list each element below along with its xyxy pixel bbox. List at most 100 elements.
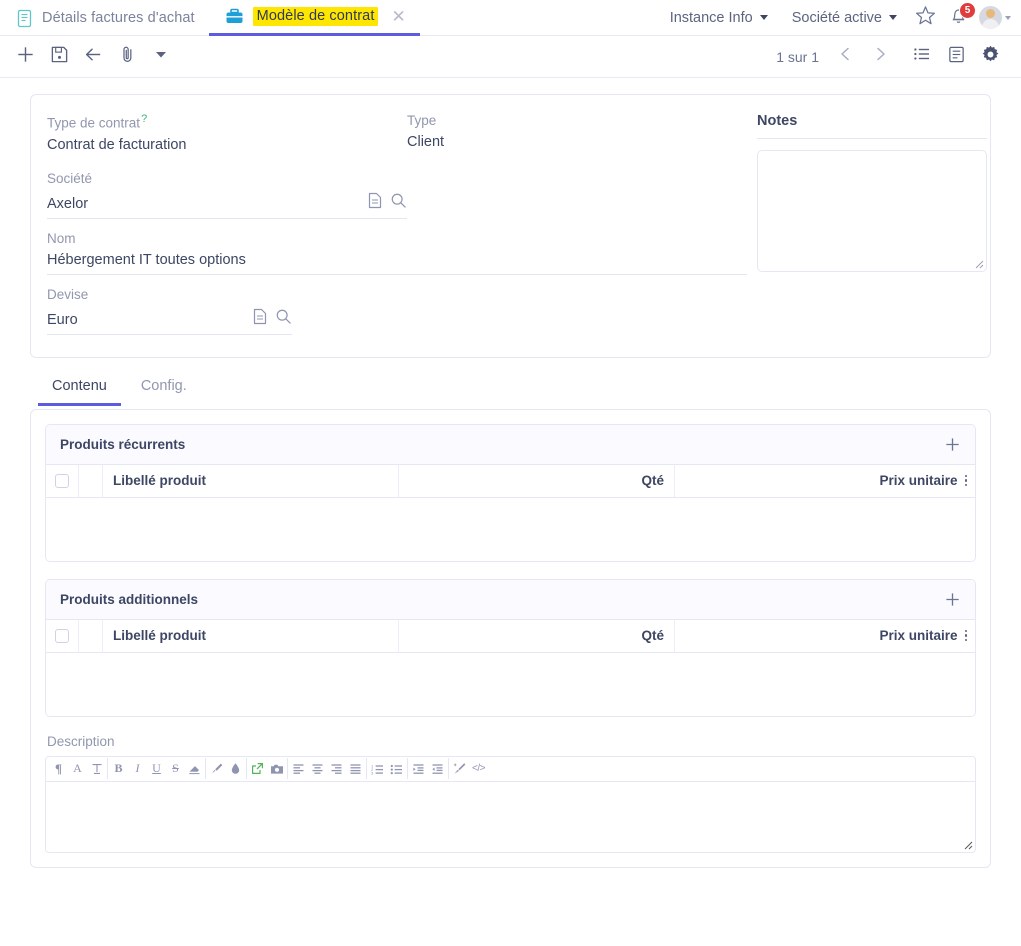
italic-icon[interactable]: I xyxy=(128,758,147,779)
editor-group-colors xyxy=(206,758,247,779)
previous-record-button[interactable] xyxy=(829,40,863,74)
new-record-button[interactable] xyxy=(8,40,42,74)
form-icon xyxy=(947,45,966,69)
code-view-icon[interactable]: </> xyxy=(469,758,488,779)
name-value: Hébergement IT toutes options xyxy=(47,252,747,275)
company-field[interactable]: Société Axelor xyxy=(47,171,407,231)
attachment-button[interactable] xyxy=(110,40,144,74)
column-header-qte[interactable]: Qté xyxy=(399,619,675,652)
search-icon[interactable] xyxy=(275,308,292,330)
link-icon[interactable] xyxy=(248,758,267,779)
arrow-left-icon xyxy=(83,44,104,70)
contract-type-field[interactable]: Type de contrat? Contrat de facturation xyxy=(47,113,407,171)
nav-tab-purchase-invoice-details[interactable]: Détails factures d'achat xyxy=(0,0,209,36)
form-columns: Type de contrat? Contrat de facturation … xyxy=(47,113,987,335)
column-header-qte[interactable]: Qté xyxy=(399,464,675,497)
name-field[interactable]: Nom Hébergement IT toutes options xyxy=(47,231,747,287)
page-content: Type de contrat? Contrat de facturation … xyxy=(0,78,1021,946)
document-icon[interactable] xyxy=(252,308,268,330)
contract-header-panel: Type de contrat? Contrat de facturation … xyxy=(30,94,991,358)
currency-field[interactable]: Devise Euro xyxy=(47,287,292,335)
instance-info-menu[interactable]: Instance Info xyxy=(658,0,780,36)
add-recurring-product-button[interactable] xyxy=(944,436,961,453)
form-left-columns: Type de contrat? Contrat de facturation … xyxy=(47,113,747,335)
record-pager-label: 1 sur 1 xyxy=(776,48,819,65)
chevron-left-icon xyxy=(837,45,855,68)
currency-value: Euro xyxy=(47,311,78,328)
magic-wand-icon[interactable] xyxy=(450,758,469,779)
type-value: Client xyxy=(407,134,445,150)
editor-group-alignment xyxy=(288,758,367,779)
strikethrough-icon[interactable]: S xyxy=(166,758,185,779)
editor-group-insert xyxy=(247,758,288,779)
column-header-libelle-produit[interactable]: Libellé produit xyxy=(103,619,399,652)
image-icon[interactable] xyxy=(267,758,286,779)
favorites-button[interactable] xyxy=(909,0,941,36)
bold-icon[interactable]: B xyxy=(109,758,128,779)
back-button[interactable] xyxy=(76,40,110,74)
ordered-list-icon[interactable]: 1 2 3 xyxy=(368,758,387,779)
text-style-icon[interactable] xyxy=(87,758,106,779)
column-header-prix-unitaire[interactable]: Prix unitaire xyxy=(675,465,975,497)
additional-products-header: Produits additionnels xyxy=(46,579,975,620)
color-drop-icon[interactable] xyxy=(226,758,245,779)
editor-group-paragraph: ¶ A xyxy=(48,758,108,779)
resize-handle-icon[interactable] xyxy=(962,839,973,850)
add-additional-product-button[interactable] xyxy=(944,591,961,608)
align-center-icon[interactable] xyxy=(308,758,327,779)
open-tabs-list: Détails factures d'achat Modèle de contr… xyxy=(0,0,420,36)
notifications-button[interactable]: 5 xyxy=(941,0,976,36)
nav-tab-label: Modèle de contrat xyxy=(252,7,379,26)
active-company-menu[interactable]: Société active xyxy=(780,0,909,36)
additional-products-column-headers: Libellé produit Qté Prix unitaire xyxy=(46,619,975,653)
tab-contenu[interactable]: Contenu xyxy=(38,372,121,406)
content-tabs: Contenu Config. xyxy=(30,372,991,406)
save-button[interactable] xyxy=(42,40,76,74)
list-icon xyxy=(912,44,932,69)
column-header-prix-unitaire[interactable]: Prix unitaire xyxy=(675,620,975,652)
next-record-button[interactable] xyxy=(863,40,897,74)
additional-products-grid: Produits additionnels Libellé produit Qt… xyxy=(45,578,976,717)
list-view-button[interactable] xyxy=(905,40,939,74)
column-options-icon[interactable] xyxy=(958,474,970,487)
recurring-products-grid: Produits récurrents Libellé produit Qté … xyxy=(45,423,976,562)
search-icon[interactable] xyxy=(390,192,407,214)
editor-toolbar: ¶ A B I U S 1 2 3 </> xyxy=(46,756,975,782)
more-actions-button[interactable] xyxy=(144,40,178,74)
notes-textarea[interactable] xyxy=(757,150,987,272)
type-field: Type Client xyxy=(407,113,707,171)
help-icon[interactable]: ? xyxy=(141,113,147,125)
top-bar-actions: Instance Info Société active 5 xyxy=(658,0,1021,35)
close-icon[interactable]: ✕ xyxy=(391,8,405,25)
user-menu[interactable] xyxy=(975,6,1011,29)
plus-icon xyxy=(15,44,36,70)
font-size-icon[interactable]: A xyxy=(68,758,87,779)
paragraph-icon[interactable]: ¶ xyxy=(49,758,68,779)
align-right-icon[interactable] xyxy=(327,758,346,779)
column-options-icon[interactable] xyxy=(958,629,970,642)
unordered-list-icon[interactable] xyxy=(387,758,406,779)
settings-button[interactable] xyxy=(973,40,1007,74)
indent-icon[interactable] xyxy=(409,758,428,779)
align-left-icon[interactable] xyxy=(289,758,308,779)
brush-icon[interactable] xyxy=(207,758,226,779)
underline-icon[interactable]: U xyxy=(147,758,166,779)
description-textarea[interactable] xyxy=(46,781,975,852)
recurring-products-rows xyxy=(46,497,975,561)
select-all-checkbox[interactable] xyxy=(55,628,69,643)
company-label: Société xyxy=(47,170,93,186)
select-all-checkbox[interactable] xyxy=(55,473,69,488)
document-icon[interactable] xyxy=(367,192,383,214)
nav-tab-label: Détails factures d'achat xyxy=(42,10,195,26)
form-view-button[interactable] xyxy=(939,40,973,74)
eraser-icon[interactable] xyxy=(185,758,204,779)
gear-icon xyxy=(980,44,1001,70)
nav-tab-contract-template[interactable]: Modèle de contrat ✕ xyxy=(208,0,420,36)
align-justify-icon[interactable] xyxy=(346,758,365,779)
column-header-libelle-produit[interactable]: Libellé produit xyxy=(103,464,399,497)
resize-handle-icon[interactable] xyxy=(973,258,984,269)
company-value: Axelor xyxy=(47,195,89,212)
outdent-icon[interactable] xyxy=(428,758,447,779)
active-company-label: Société active xyxy=(791,9,882,26)
tab-config[interactable]: Config. xyxy=(127,372,201,406)
